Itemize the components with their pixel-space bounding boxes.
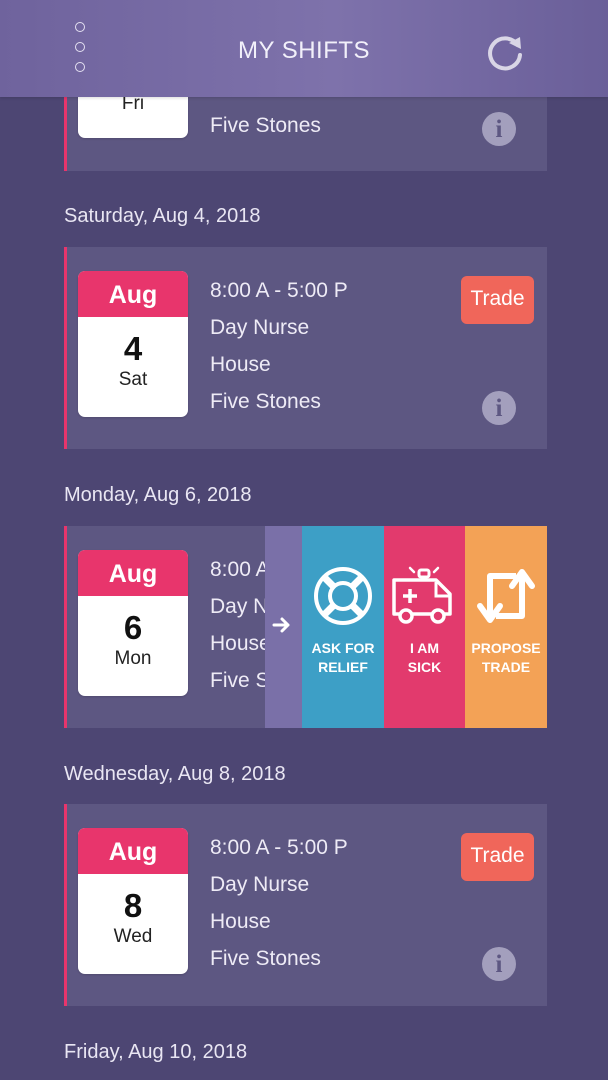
shift-card[interactable]: Aug 6 Mon 8:00 A - 5:00 P Day Nurse Hous… [64, 526, 547, 728]
section-date-heading: Friday, Aug 10, 2018 [64, 1041, 248, 1063]
trade-button[interactable]: Trade [461, 833, 534, 881]
month-label: Aug [78, 271, 188, 317]
shift-card[interactable]: Aug 8 Wed 8:00 A - 5:00 P Day Nurse Hous… [64, 804, 547, 1006]
action-label-line2: TRADE [481, 659, 531, 675]
arrow-right-icon [272, 617, 290, 633]
shift-role: Day Nurse [210, 873, 310, 896]
info-icon[interactable]: i [482, 391, 516, 425]
shift-time: 8:00 A - 5:00 P [210, 836, 348, 859]
month-label: Aug [78, 550, 188, 596]
trade-button[interactable]: Trade [461, 276, 534, 324]
day-number: 8 [123, 887, 143, 924]
ask-for-relief-button[interactable]: ASK FOR RELIEF [302, 526, 384, 728]
info-icon[interactable]: i [482, 112, 516, 146]
date-tile: Aug 8 Wed [78, 828, 188, 974]
shift-location: Five Stones [210, 947, 321, 970]
day-number: 6 [123, 609, 143, 646]
action-label-line2: SICK [407, 659, 442, 675]
weekday-label: Sat [118, 369, 148, 390]
propose-trade-button[interactable]: PROPOSE TRADE [465, 526, 547, 728]
swap-arrows-icon [477, 569, 535, 623]
app-header: MY SHIFTS [0, 0, 608, 97]
shift-card[interactable]: Aug 4 Sat 8:00 A - 5:00 P Day Nurse Hous… [64, 247, 547, 449]
weekday-label: Mon [114, 648, 152, 669]
shift-location: Five Stones [210, 114, 321, 137]
day-number: 4 [123, 330, 143, 367]
weekday-label: Wed [113, 926, 153, 947]
section-date-heading: Saturday, Aug 4, 2018 [64, 205, 261, 227]
i-am-sick-button[interactable]: I AM SICK [384, 526, 465, 728]
close-actions-button[interactable] [265, 526, 302, 728]
info-icon[interactable]: i [482, 947, 516, 981]
date-tile: Aug 4 Sat [78, 271, 188, 417]
action-label-line2: RELIEF [318, 659, 368, 675]
section-date-heading: Monday, Aug 6, 2018 [64, 484, 252, 506]
shift-unit: House [210, 353, 271, 376]
action-label-line1: PROPOSE [471, 640, 541, 656]
shift-unit: House [210, 910, 271, 933]
action-label-line1: I AM [409, 640, 440, 656]
shift-location: Five Stones [210, 390, 321, 413]
lifebuoy-icon [314, 567, 372, 625]
refresh-icon[interactable] [485, 31, 527, 73]
shift-time: 8:00 A - 5:00 P [210, 279, 348, 302]
section-date-heading: Wednesday, Aug 8, 2018 [64, 763, 286, 785]
shift-role: Day Nurse [210, 316, 310, 339]
date-tile: Aug 6 Mon [78, 550, 188, 696]
ambulance-icon [392, 566, 452, 624]
month-label: Aug [78, 828, 188, 874]
action-label-line1: ASK FOR [311, 640, 375, 656]
